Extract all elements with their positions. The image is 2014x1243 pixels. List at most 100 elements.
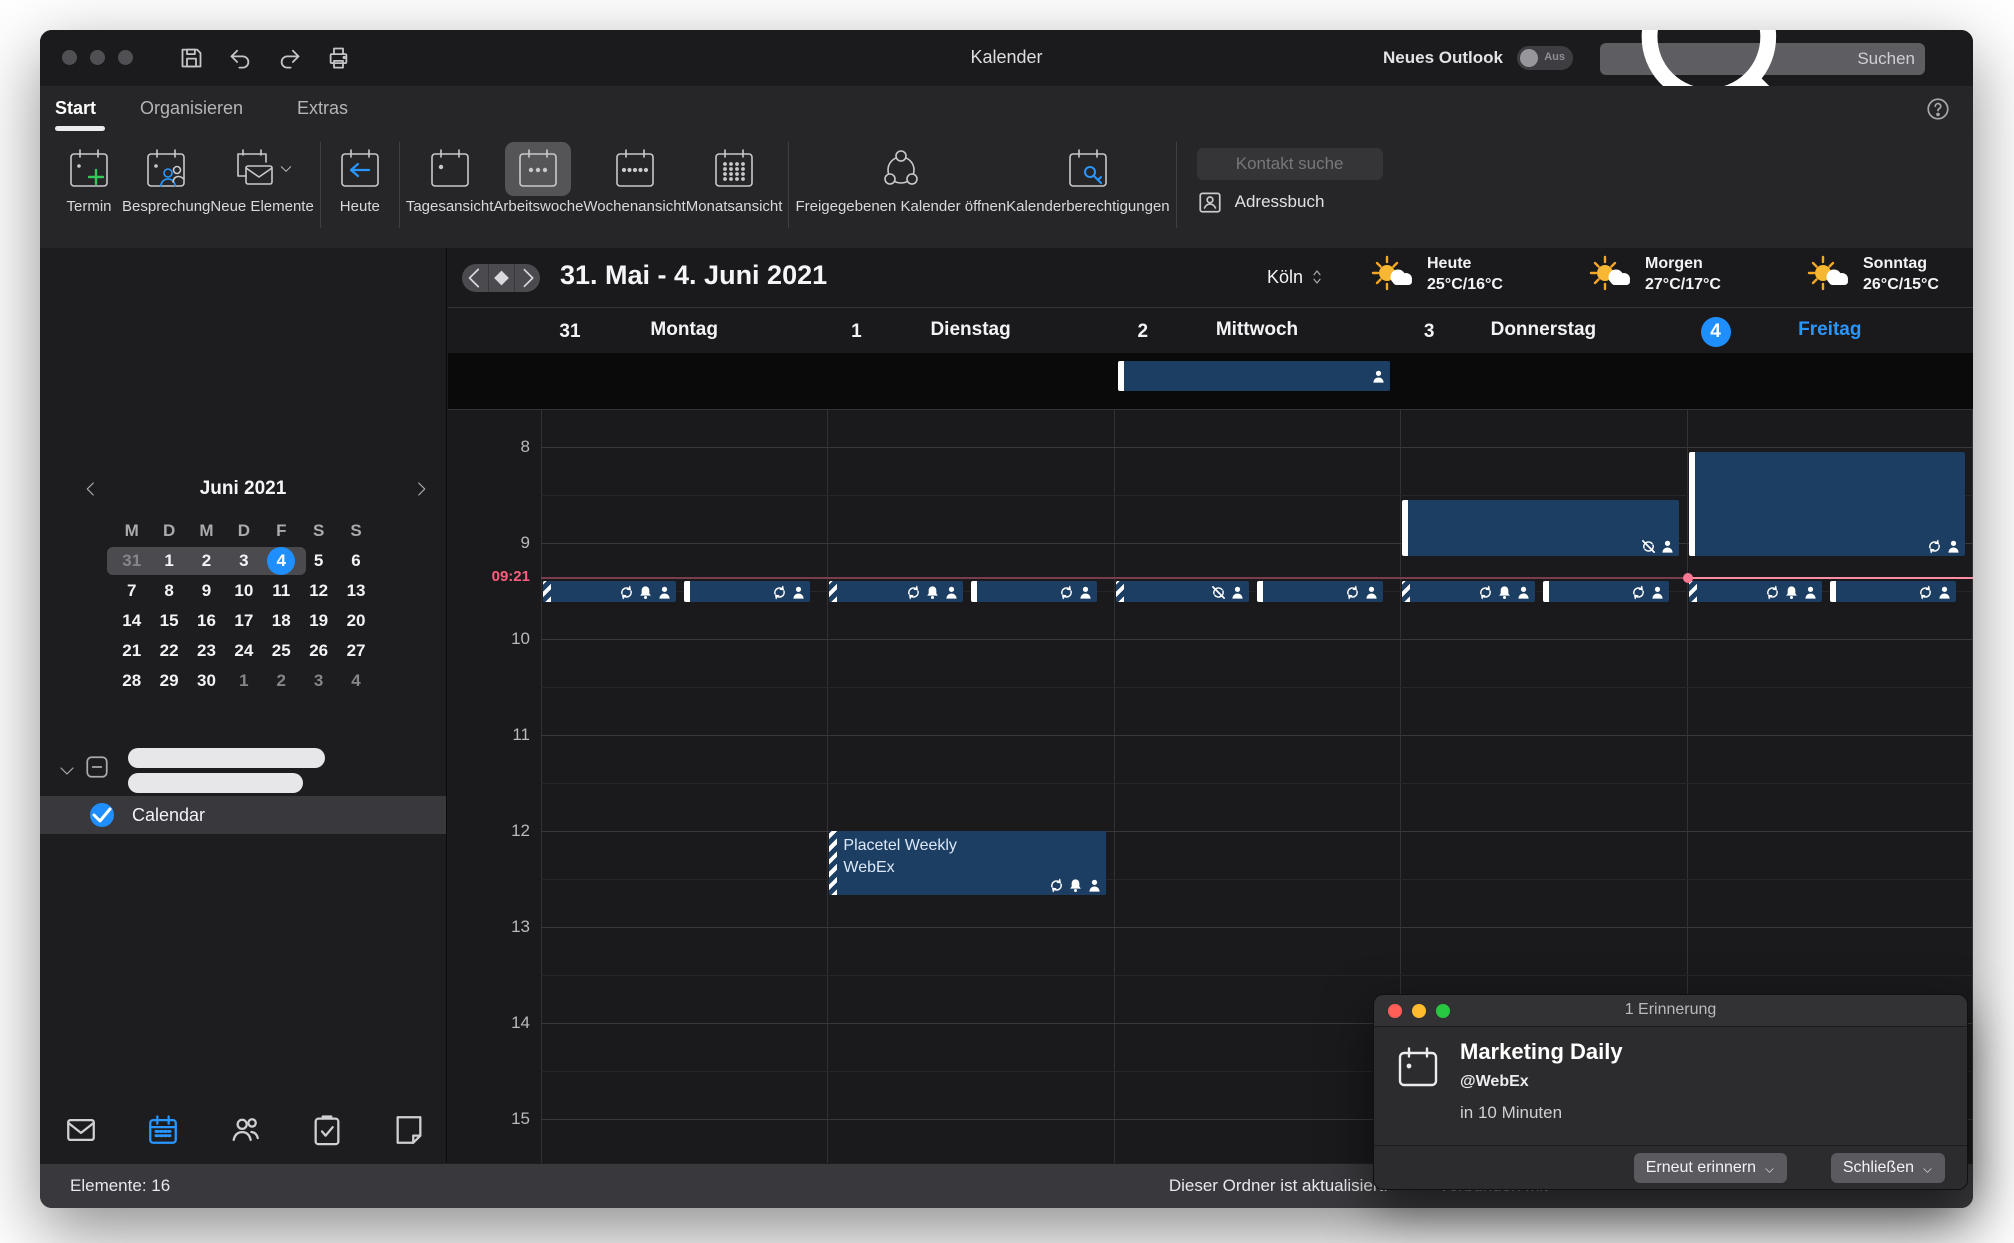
day-header-donnerstag[interactable]: 3Donnerstag [1400, 309, 1686, 353]
day-header-freitag[interactable]: 4Freitag [1687, 309, 1973, 353]
minical-day[interactable]: 25 [263, 636, 300, 666]
collapse-checkbox-icon[interactable] [84, 754, 110, 780]
sidebar-item-calendar[interactable]: Calendar [40, 796, 446, 834]
reminder-button-schließen[interactable]: Schließen [1831, 1153, 1945, 1183]
minical-day[interactable]: 29 [150, 666, 187, 696]
ribbon-button-wochenansicht[interactable]: Wochenansicht [583, 140, 685, 215]
minical-day[interactable]: 21 [113, 636, 150, 666]
event[interactable] [829, 581, 962, 602]
minical-day[interactable]: 26 [300, 636, 337, 666]
tab-organisieren[interactable]: Organisieren [140, 98, 243, 119]
minical-week-row: 78910111213 [113, 576, 375, 606]
minical-day-today[interactable]: 4 [263, 546, 300, 576]
recurrence-icon [1918, 585, 1933, 600]
event[interactable] [1402, 500, 1678, 556]
reminder-calendar-icon [1396, 1045, 1440, 1089]
minical-day[interactable]: 30 [188, 666, 225, 696]
next-week-icon[interactable] [514, 264, 540, 292]
minical-next-icon[interactable] [412, 480, 430, 498]
minical-day[interactable]: 28 [113, 666, 150, 696]
minical-day[interactable]: 5 [300, 546, 337, 576]
event[interactable] [1116, 581, 1249, 602]
tab-extras[interactable]: Extras [297, 98, 348, 119]
today-diamond-icon[interactable] [488, 264, 514, 292]
module-calendar-icon[interactable] [146, 1113, 180, 1147]
minical-day[interactable]: 16 [188, 606, 225, 636]
minical-day[interactable]: 14 [113, 606, 150, 636]
minical-day[interactable]: 19 [300, 606, 337, 636]
ribbon-button-heute[interactable]: Heute [327, 140, 393, 215]
minical-day[interactable]: 23 [188, 636, 225, 666]
module-people-icon[interactable] [228, 1113, 262, 1147]
calendar-mail-icon [231, 146, 277, 192]
weather-city-selector[interactable]: Köln [1267, 266, 1323, 288]
minical-day[interactable]: 24 [225, 636, 262, 666]
reminder-button-erneut-erinnern[interactable]: Erneut erinnern [1634, 1153, 1787, 1183]
minical-day[interactable]: 17 [225, 606, 262, 636]
day-header-mittwoch[interactable]: 2Mittwoch [1114, 309, 1400, 353]
minical-day[interactable]: 7 [113, 576, 150, 606]
minical-day[interactable]: 1 [225, 666, 262, 696]
person-icon [1946, 539, 1961, 554]
module-tasks-icon[interactable] [310, 1113, 344, 1147]
minical-day[interactable]: 1 [150, 546, 187, 576]
new-outlook-toggle[interactable]: Aus [1517, 46, 1573, 70]
event[interactable] [1257, 581, 1383, 602]
event[interactable] [971, 581, 1097, 602]
module-notes-icon[interactable] [392, 1113, 426, 1147]
minical-day[interactable]: 2 [188, 546, 225, 576]
minical-day[interactable]: 20 [337, 606, 374, 636]
ribbon-button-termin[interactable]: Termin [56, 140, 122, 215]
minical-day[interactable]: 31 [113, 546, 150, 576]
event[interactable] [684, 581, 810, 602]
day-header-montag[interactable]: 31Montag [541, 309, 827, 353]
minical-day[interactable]: 22 [150, 636, 187, 666]
help-icon[interactable] [1925, 96, 1951, 122]
calendar-workweek-icon [515, 146, 561, 192]
calendar-checkbox[interactable] [90, 803, 114, 827]
search-input[interactable]: Suchen [1600, 43, 1925, 75]
minical-day[interactable]: 9 [188, 576, 225, 606]
minical-day[interactable]: 27 [337, 636, 374, 666]
minical-day[interactable]: 11 [263, 576, 300, 606]
minical-day[interactable]: 6 [337, 546, 374, 576]
module-mail-icon[interactable] [64, 1113, 98, 1147]
ribbon-button-arbeitswoche[interactable]: Arbeitswoche [493, 140, 583, 215]
ribbon-button-besprechung[interactable]: Besprechung [122, 140, 210, 215]
minical-day[interactable]: 3 [300, 666, 337, 696]
event[interactable] [1543, 581, 1669, 602]
event[interactable] [1402, 581, 1535, 602]
calendar-item-label: Calendar [132, 805, 205, 826]
minical-day[interactable]: 13 [337, 576, 374, 606]
ribbon-button-monatsansicht[interactable]: Monatsansicht [686, 140, 783, 215]
minical-day[interactable]: 18 [263, 606, 300, 636]
event[interactable] [1689, 452, 1965, 556]
ribbon-button-adressbuch[interactable]: Adressbuch [1197, 189, 1383, 215]
ribbon-group: Freigegebenen Kalender öffnenKalenderber… [795, 140, 1169, 215]
weather-item: Sonntag26°C/15°C [1807, 254, 1967, 296]
minical-day[interactable]: 10 [225, 576, 262, 606]
event-edge [1118, 361, 1124, 391]
minical-weekday-header: MDMDFSS [113, 516, 375, 546]
tab-start[interactable]: Start [55, 98, 96, 119]
minical-day[interactable]: 8 [150, 576, 187, 606]
event[interactable] [1830, 581, 1956, 602]
minical-day[interactable]: 15 [150, 606, 187, 636]
minical-day[interactable]: 3 [225, 546, 262, 576]
all-day-event[interactable] [1118, 361, 1390, 391]
chevron-down-icon[interactable] [58, 762, 76, 780]
ribbon-button-kalenderberechtigungen[interactable]: Kalenderberechtigungen [1006, 140, 1169, 215]
minical-day[interactable]: 2 [263, 666, 300, 696]
minical-day[interactable]: 4 [337, 666, 374, 696]
event-edge [684, 581, 690, 602]
person-icon [1371, 369, 1386, 384]
prev-week-icon[interactable] [462, 264, 488, 292]
ribbon-button-freigegebenen-kalender-öffnen[interactable]: Freigegebenen Kalender öffnen [795, 140, 1006, 215]
ribbon-button-tagesansicht[interactable]: Tagesansicht [406, 140, 494, 215]
day-header-dienstag[interactable]: 1Dienstag [827, 309, 1113, 353]
event-placetel-weekly[interactable]: Placetel Weekly WebEx [829, 831, 1105, 895]
event[interactable] [543, 581, 676, 602]
minical-day[interactable]: 12 [300, 576, 337, 606]
ribbon-button-neue-elemente[interactable]: Neue Elemente [210, 140, 313, 215]
event[interactable] [1689, 581, 1822, 602]
